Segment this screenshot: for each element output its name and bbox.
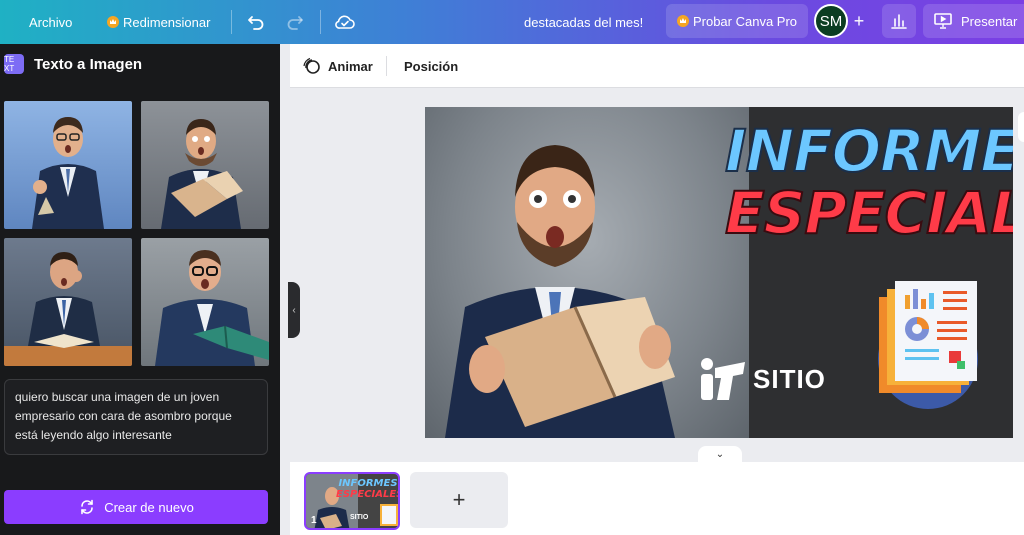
cloud-check-icon	[335, 15, 355, 29]
try-pro-label: Probar Canva Pro	[692, 13, 798, 29]
avatar-initials: SM	[819, 12, 843, 30]
present-button[interactable]: Presentar	[923, 4, 1024, 38]
insights-button[interactable]	[882, 4, 916, 38]
regenerate-label: Crear de nuevo	[104, 499, 194, 515]
generated-image-3[interactable]	[4, 238, 132, 366]
editor-toolbar: Animar Posición	[290, 44, 1024, 88]
businessman-image	[32, 117, 104, 229]
present-icon	[934, 13, 952, 29]
undo-icon	[248, 16, 264, 30]
chevron-down-icon: ⌄	[715, 448, 725, 460]
regenerate-button[interactable]: Crear de nuevo	[4, 490, 268, 524]
resize-label: Redimensionar	[123, 14, 211, 30]
brand-logo[interactable]: SITIO	[693, 354, 826, 404]
file-menu-button[interactable]: Archivo	[29, 0, 72, 44]
add-collaborator-button[interactable]: +	[848, 10, 870, 32]
plus-icon: +	[452, 487, 466, 512]
pages-strip: INFORMES ESPECIALES SITIO 1 +	[290, 462, 1024, 535]
design-canvas[interactable]: INFORMES ESPECIALES SITIO	[425, 107, 1013, 438]
animate-icon	[303, 57, 320, 74]
show-pages-toggle[interactable]: ⌄	[698, 446, 742, 462]
thumb-brand: SITIO	[350, 514, 369, 521]
generated-image-1[interactable]	[4, 101, 132, 229]
divider	[320, 10, 321, 34]
redo-icon	[287, 16, 303, 30]
divider	[386, 56, 387, 76]
position-label: Posición	[404, 58, 459, 74]
generated-image-2[interactable]	[141, 101, 269, 229]
present-label: Presentar	[961, 13, 1018, 29]
position-button[interactable]: Posición	[404, 44, 458, 88]
animate-label: Animar	[328, 58, 373, 74]
top-bar: Archivo Redimensionar destacadas del mes…	[0, 0, 1024, 44]
reports-illustration[interactable]	[861, 275, 995, 409]
plus-icon: +	[853, 10, 865, 31]
prompt-text: quiero buscar una imagen de un joven emp…	[15, 390, 232, 442]
refresh-icon	[81, 499, 93, 515]
file-menu-label: Archivo	[29, 14, 73, 30]
generated-image-4[interactable]	[141, 238, 269, 366]
chevron-left-icon: ‹	[292, 304, 296, 316]
headline-line-1[interactable]: INFORMES	[425, 120, 1013, 182]
thumb-headline-1: INFORMES	[338, 478, 398, 489]
save-status-button[interactable]	[334, 0, 356, 44]
bar-chart-icon	[891, 14, 907, 29]
panel-header: TE XT Texto a Imagen	[0, 44, 280, 86]
headline-line-2[interactable]: ESPECIALES	[425, 182, 1013, 244]
businessman-green-book-image	[155, 250, 269, 366]
notice-label: destacadas del mes!	[524, 14, 644, 30]
resize-button[interactable]: Redimensionar	[107, 0, 210, 44]
thumb-reports-icon	[380, 504, 398, 526]
crown-icon	[107, 16, 119, 28]
page-thumbnail-1[interactable]: INFORMES ESPECIALES SITIO 1	[304, 472, 400, 530]
collapse-panel-button[interactable]: ‹	[288, 282, 300, 338]
businessman-desk-image	[4, 252, 132, 366]
thumb-headline-2: ESPECIALES	[336, 489, 400, 500]
text-to-image-app-icon: TE XT	[4, 54, 24, 74]
redo-button[interactable]	[285, 0, 305, 44]
businessman-reading-image	[161, 119, 243, 229]
divider	[231, 10, 232, 34]
try-pro-button[interactable]: Probar Canva Pro	[666, 4, 808, 38]
text-to-image-panel: TE XT Texto a Imagen quiero buscar una i…	[0, 44, 280, 535]
undo-button[interactable]	[246, 0, 266, 44]
app-icon-text: TE XT	[4, 55, 15, 73]
prompt-input[interactable]: quiero buscar una imagen de un joven emp…	[4, 379, 268, 455]
brand-mark-icon	[701, 358, 745, 400]
crown-icon	[676, 15, 689, 27]
brand-text: SITIO	[753, 363, 826, 394]
avatar[interactable]: SM	[814, 4, 848, 38]
add-page-button[interactable]: +	[410, 472, 508, 528]
notice-text[interactable]: destacadas del mes!	[524, 0, 643, 44]
page-number: 1	[311, 515, 317, 526]
panel-title: Texto a Imagen	[34, 56, 143, 73]
canvas-side-handle[interactable]	[1018, 112, 1024, 142]
animate-button[interactable]: Animar	[302, 44, 373, 88]
